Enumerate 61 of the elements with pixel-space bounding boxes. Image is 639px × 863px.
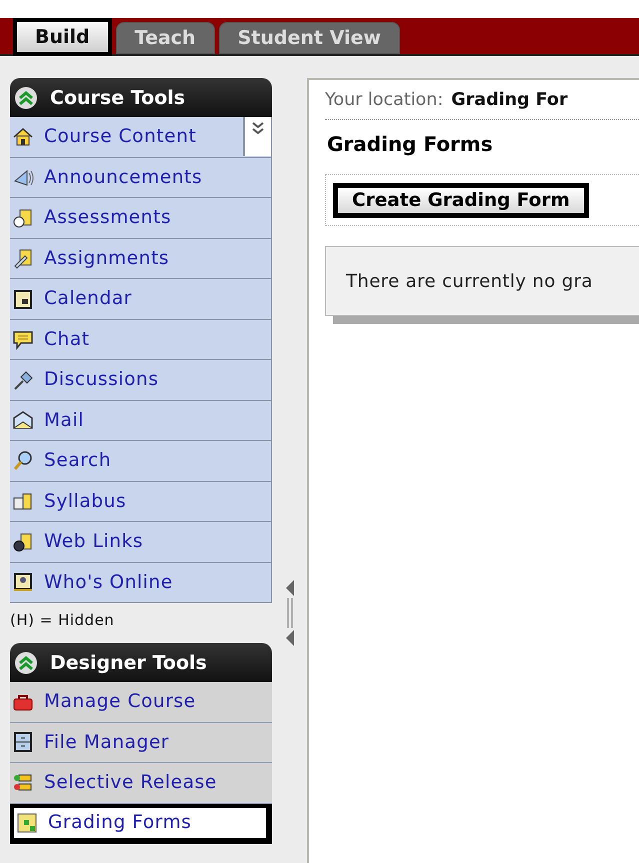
nav-item[interactable]: Chat — [10, 320, 272, 360]
nav-item[interactable]: Course Content — [10, 117, 272, 158]
nav-label: Mail — [44, 410, 85, 431]
double-chevron-icon — [251, 121, 265, 136]
nav-item[interactable]: Who's Online — [10, 562, 272, 603]
location-label: Your location: — [325, 90, 444, 110]
nav-label: Grading Forms — [48, 812, 193, 834]
nav-label: Announcements — [44, 166, 204, 188]
splitter-handle-icon[interactable] — [286, 598, 292, 628]
section-title: Designer Tools — [50, 652, 207, 674]
envelope-icon — [12, 409, 34, 432]
collapse-icon[interactable] — [14, 650, 38, 674]
collapse-arrow-icon[interactable] — [286, 630, 294, 646]
pushpin-icon — [12, 368, 34, 391]
calendar-icon — [12, 288, 34, 310]
nav-item[interactable]: Search — [10, 441, 272, 482]
nav-item[interactable]: Grading Forms — [10, 804, 272, 844]
nav-label: Assessments — [44, 207, 172, 228]
nav-label: File Manager — [44, 732, 170, 753]
nav-label: Assignments — [44, 248, 170, 269]
menu-toggle[interactable] — [243, 117, 271, 156]
portrait-icon — [12, 571, 34, 594]
search-icon — [12, 450, 34, 472]
empty-message: There are currently no gra — [346, 270, 593, 292]
collapse-icon[interactable] — [14, 86, 38, 110]
tab[interactable]: Teach — [116, 22, 215, 54]
nav-item[interactable]: Announcements — [10, 158, 272, 198]
nav-item[interactable]: Selective Release — [10, 763, 272, 804]
grid-icon — [16, 812, 38, 834]
create-button[interactable]: Create Grading Form — [333, 182, 589, 218]
legend-text: (H) = Hidden — [10, 610, 116, 631]
nav-item[interactable]: Mail — [10, 400, 272, 441]
nav-item[interactable]: Web Links — [10, 522, 272, 562]
section-title: Course Tools — [50, 86, 186, 108]
nav-label: Web Links — [44, 531, 144, 552]
nav-item[interactable]: Discussions — [10, 360, 272, 400]
cabinet-icon — [12, 731, 34, 754]
nav-label: Who's Online — [44, 572, 174, 593]
clock-document-icon — [12, 206, 34, 229]
nav-item[interactable]: Syllabus — [10, 482, 272, 522]
globe-document-icon — [12, 530, 34, 553]
collapse-arrow-icon[interactable] — [286, 580, 294, 596]
tab[interactable]: Student View — [218, 22, 400, 54]
document-ruler-icon — [12, 247, 34, 270]
nav-item[interactable]: File Manager — [10, 722, 272, 763]
nav-label: Syllabus — [44, 490, 128, 512]
nav-item[interactable]: Manage Course — [10, 682, 272, 722]
location-link[interactable]: Grading For — [451, 90, 568, 110]
nav-label: Calendar — [44, 288, 133, 310]
nav-label: Search — [44, 450, 112, 472]
nav-item[interactable]: Calendar — [10, 279, 272, 320]
nav-item[interactable]: Assessments — [10, 198, 272, 238]
nav-label: Manage Course — [44, 691, 197, 712]
house-icon — [12, 126, 34, 148]
nav-label: Chat — [44, 328, 91, 350]
tab[interactable]: Build — [13, 18, 112, 56]
nav-label: Selective Release — [44, 772, 218, 794]
nav-label: Discussions — [44, 369, 160, 390]
nav-label: Course Content — [44, 126, 198, 148]
nav-item[interactable]: Assignments — [10, 238, 272, 279]
page-heading: Grading Forms — [327, 132, 494, 156]
